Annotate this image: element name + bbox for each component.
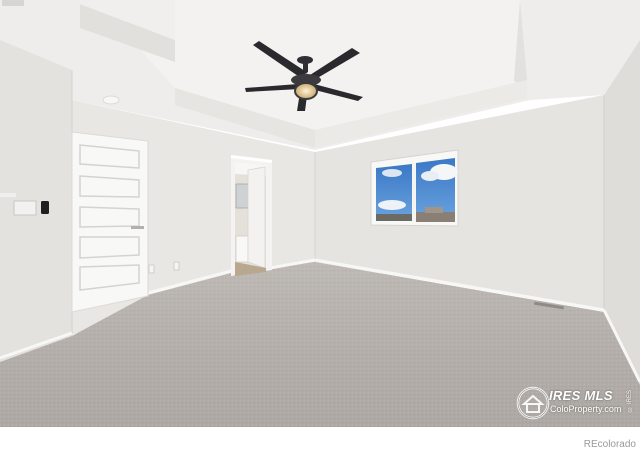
wall-sensor	[0, 193, 16, 197]
listing-photo	[0, 0, 640, 427]
door-handle	[131, 226, 144, 229]
thermostat	[41, 201, 49, 214]
footer-bar: REcolorado	[0, 427, 640, 450]
recessed-light	[102, 95, 120, 105]
fan-light	[294, 82, 318, 100]
watermark-subtitle: ColoProperty.com	[550, 404, 622, 414]
wall-outlet	[148, 264, 155, 274]
bathroom-doorway	[231, 155, 272, 276]
wall-outlet	[173, 261, 180, 271]
light-switch	[13, 200, 37, 216]
bathroom-mirror	[235, 183, 249, 209]
bathroom-cabinet	[235, 235, 249, 263]
ceiling-vent	[2, 0, 24, 6]
footer-credit[interactable]: REcolorado	[584, 439, 636, 450]
watermark-brand: IRES MLS	[549, 388, 613, 403]
panel-door	[71, 131, 149, 313]
window	[370, 149, 459, 227]
watermark-vertical-text: © IRES	[627, 390, 633, 412]
